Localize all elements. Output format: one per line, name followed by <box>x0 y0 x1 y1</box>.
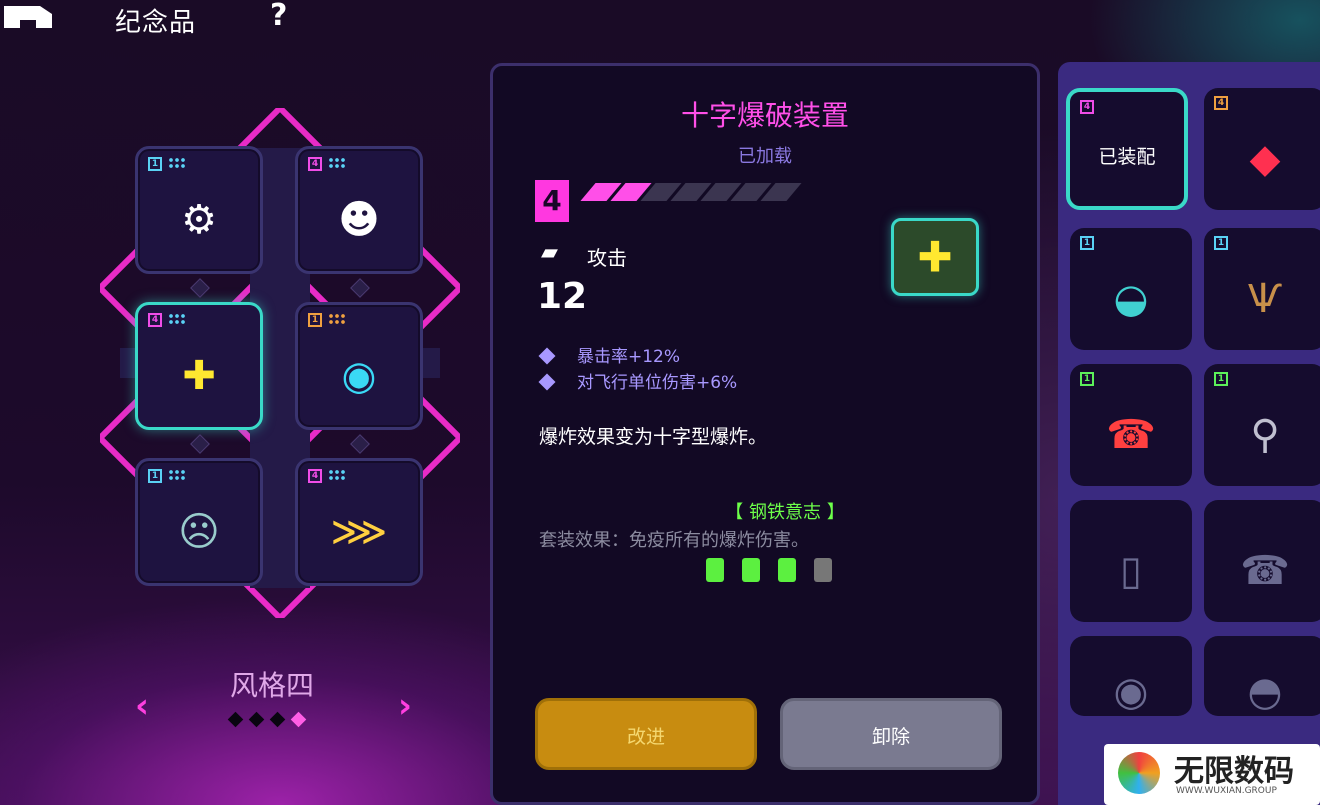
back-icon[interactable] <box>0 0 54 34</box>
level-progress <box>580 183 802 201</box>
item-description: 爆炸效果变为十字型爆炸。 <box>539 426 768 448</box>
upgrade-button[interactable]: 改进 <box>535 698 757 770</box>
cross-blast-device-icon: ✚ <box>917 232 953 282</box>
rarity-dots <box>168 157 186 169</box>
ammo-belt-icon: ⋙ <box>330 508 388 555</box>
item-level: 4 <box>535 180 569 222</box>
stat-bullet-icon <box>538 373 556 391</box>
set-effect: 套装效果：免疫所有的爆炸伤害。 <box>539 530 809 551</box>
level-badge: 1 <box>1080 236 1094 250</box>
antler-icon: Ѱ <box>1247 275 1283 322</box>
inventory-item[interactable]: ▯ <box>1070 500 1192 622</box>
inventory-item[interactable]: 4 ◆ <box>1204 88 1320 210</box>
page-indicator[interactable] <box>227 711 244 728</box>
rarity-dots <box>328 313 346 325</box>
item-name: 十字爆破装置 <box>680 99 849 132</box>
bronze-gear-icon: ⚙ <box>181 196 217 243</box>
loadout-slot-4[interactable]: 1 ◉ <box>295 302 423 430</box>
level-badge: 4 <box>1214 96 1228 110</box>
loadout-slot-2[interactable]: 4 ☻ <box>295 146 423 274</box>
cyan-orb-icon: ◉ <box>341 352 377 399</box>
loadout-slot-5[interactable]: 1 ☹ <box>135 458 263 586</box>
page-indicator[interactable] <box>269 711 286 728</box>
inventory-item[interactable]: ◓ <box>1204 636 1320 716</box>
loadout-slot-1[interactable]: 1 ⚙ <box>135 146 263 274</box>
page-indicator-active[interactable] <box>290 711 307 728</box>
equipped-label: 已装配 <box>1098 146 1156 168</box>
level-badge: 4 <box>308 469 322 483</box>
help-button[interactable]: ? <box>270 0 287 33</box>
grenade-icon <box>706 558 724 582</box>
level-badge: 1 <box>308 313 322 327</box>
page-indicator[interactable] <box>248 711 265 728</box>
inventory-item[interactable]: 1 ⚲ <box>1204 364 1320 486</box>
level-badge: 4 <box>148 313 162 327</box>
rarity-dots <box>168 469 186 481</box>
empty-jar-icon: ▯ <box>1119 547 1143 594</box>
rarity-dots <box>328 469 346 481</box>
item-preview: ✚ <box>891 218 979 296</box>
watermark-logo-icon <box>1118 752 1160 794</box>
level-badge: 1 <box>148 469 162 483</box>
inventory-item[interactable]: ☎ <box>1204 500 1320 622</box>
level-badge: 1 <box>1080 372 1094 386</box>
style-name: 风格四 <box>230 669 315 702</box>
grenade-icon <box>778 558 796 582</box>
loadout-slot-3[interactable]: 4 ✚ <box>135 302 263 430</box>
style-pager <box>227 711 307 728</box>
watermark-url: WWW.WUXIAN.GROUP <box>1176 786 1277 796</box>
page-title: 纪念品 <box>115 8 197 38</box>
remove-button[interactable]: 卸除 <box>780 698 1002 770</box>
inventory-item[interactable]: 4 已装配 <box>1066 88 1188 210</box>
attack-value: 12 <box>537 276 588 317</box>
magnifier-icon: ⚲ <box>1250 411 1280 458</box>
stone-mask-icon: ☹ <box>178 508 220 555</box>
grenade-icon <box>742 558 760 582</box>
watermark-text: 无限数码 <box>1174 754 1294 789</box>
inventory-item[interactable]: 1 Ѱ <box>1204 228 1320 350</box>
cross-blast-device-icon: ✚ <box>182 352 216 399</box>
loadout-grid: 1 ⚙ 4 ☻ 4 ✚ 1 ◉ 1 ☹ 4 ⋙ <box>100 108 460 618</box>
red-telephone-icon: ☎ <box>1106 411 1156 458</box>
stat-bullet-icon <box>538 347 556 365</box>
level-badge: 4 <box>1080 100 1094 114</box>
next-style-button[interactable]: › <box>398 686 412 726</box>
eye-icon: ◉ <box>1113 669 1149 715</box>
red-gem-icon: ◆ <box>1249 135 1281 182</box>
prev-style-button[interactable]: ‹ <box>135 686 149 726</box>
inventory-panel: 4 已装配 4 ◆ 1 ◒ 1 Ѱ 1 ☎ 1 ⚲ ▯ ☎ ◉ ◓ <box>1058 62 1320 805</box>
inventory-item[interactable]: 1 ☎ <box>1070 364 1192 486</box>
rotary-phone-icon: ☎ <box>1240 547 1290 594</box>
wooden-mask-icon: ☻ <box>338 196 380 243</box>
platypus-icon: ◒ <box>1113 275 1149 322</box>
rarity-dots <box>168 313 186 325</box>
attack-label: 攻击 <box>587 246 627 270</box>
stat-line: 对飞行单位伤害+6% <box>538 368 737 393</box>
set-name: 【 钢铁意志 】 <box>725 502 845 523</box>
bullet-icon: ▰ <box>541 240 558 265</box>
grenade-icon <box>814 558 832 582</box>
item-status: 已加载 <box>738 146 792 167</box>
item-detail-panel: 十字爆破装置 已加载 4 ▰ 攻击 12 ✚ 暴击率+12% 对飞行单位伤害+6… <box>490 63 1040 805</box>
level-badge: 1 <box>1214 236 1228 250</box>
inventory-item[interactable]: ◉ <box>1070 636 1192 716</box>
stat-line: 暴击率+12% <box>538 342 680 367</box>
bowler-hat-icon: ◓ <box>1247 669 1283 715</box>
loadout-slot-6[interactable]: 4 ⋙ <box>295 458 423 586</box>
inventory-item[interactable]: 1 ◒ <box>1070 228 1192 350</box>
rarity-dots <box>328 157 346 169</box>
level-badge: 4 <box>308 157 322 171</box>
level-badge: 1 <box>148 157 162 171</box>
watermark: 无限数码 WWW.WUXIAN.GROUP <box>1104 744 1320 805</box>
level-badge: 1 <box>1214 372 1228 386</box>
set-progress <box>706 558 832 582</box>
